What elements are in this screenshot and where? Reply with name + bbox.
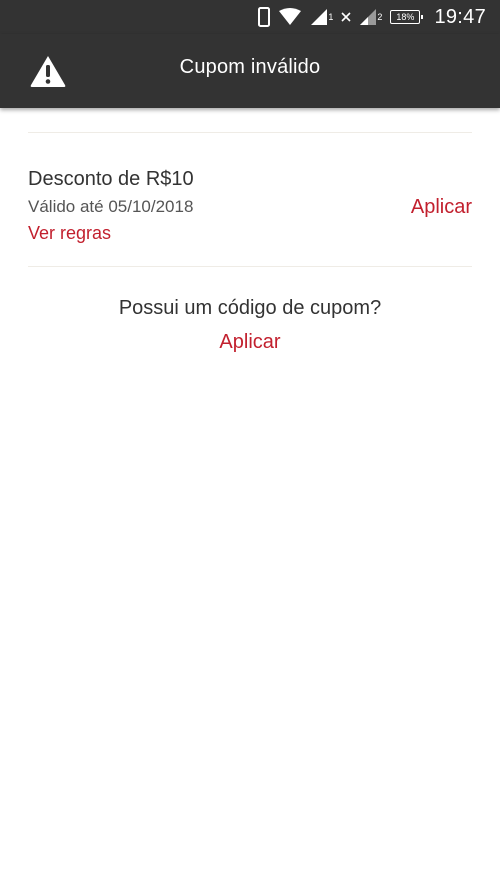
apply-code-row: Aplicar	[0, 331, 500, 354]
signal-sim1-icon: 1	[310, 8, 333, 26]
coupon-title: Desconto de R$10	[28, 168, 194, 190]
phone-icon	[258, 7, 271, 27]
apply-code-button[interactable]: Aplicar	[219, 331, 280, 353]
battery-level: 18%	[396, 12, 415, 22]
app-bar: Cupom inválido	[0, 34, 500, 108]
view-rules-link[interactable]: Ver regras	[28, 223, 111, 244]
sim2-label: 2	[377, 12, 383, 22]
coupon-code-question: Possui um código de cupom?	[118, 297, 382, 319]
divider-top	[28, 132, 472, 133]
battery-icon: 18%	[390, 10, 424, 24]
divider-bottom	[28, 266, 472, 267]
no-data-icon	[341, 12, 351, 22]
sim1-label: 1	[328, 12, 334, 22]
coupon-validity: Válido até 05/10/2018	[28, 197, 194, 216]
status-bar: 1 2 18% 19:47	[0, 0, 500, 34]
wifi-icon	[278, 8, 302, 26]
signal-sim2-icon: 2	[359, 8, 382, 26]
clock: 19:47	[434, 5, 486, 28]
apply-coupon-button[interactable]: Aplicar	[411, 196, 472, 219]
status-icons: 1 2 18% 19:47	[258, 6, 486, 29]
page-title: Cupom inválido	[179, 56, 321, 78]
